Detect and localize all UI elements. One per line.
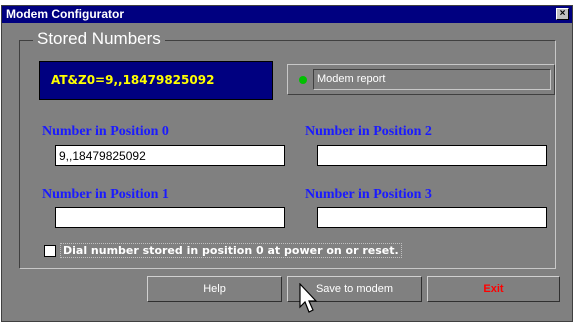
dial-on-power-label[interactable]: Dial number stored in position 0 at powe… <box>60 243 402 258</box>
position-0-label: Number in Position 0 <box>42 124 169 139</box>
at-command-text: AT&Z0=9,,18479825092 <box>51 73 215 87</box>
position-3-label: Number in Position 3 <box>305 187 432 202</box>
position-0-input[interactable] <box>55 145 285 166</box>
position-2-input[interactable] <box>317 145 547 166</box>
title-bar: Modem Configurator × <box>2 6 572 23</box>
stored-numbers-legend: Stored Numbers <box>33 29 165 49</box>
modem-report-panel: Modem report <box>287 64 555 95</box>
at-command-display: AT&Z0=9,,18479825092 <box>39 61 273 100</box>
position-2-label: Number in Position 2 <box>305 124 432 139</box>
mouse-pointer-icon <box>299 283 318 313</box>
position-1-label: Number in Position 1 <box>42 187 169 202</box>
position-1-input[interactable] <box>55 207 285 228</box>
position-3-input[interactable] <box>317 207 547 228</box>
green-led-icon <box>299 76 307 84</box>
close-button[interactable]: × <box>556 8 569 20</box>
exit-button[interactable]: Exit <box>427 276 560 302</box>
dial-on-power-checkbox[interactable] <box>44 245 56 257</box>
modem-report-text: Modem report <box>317 73 386 85</box>
help-button[interactable]: Help <box>147 276 282 302</box>
window-title: Modem Configurator <box>6 7 124 21</box>
modem-report-box: Modem report <box>313 69 551 90</box>
